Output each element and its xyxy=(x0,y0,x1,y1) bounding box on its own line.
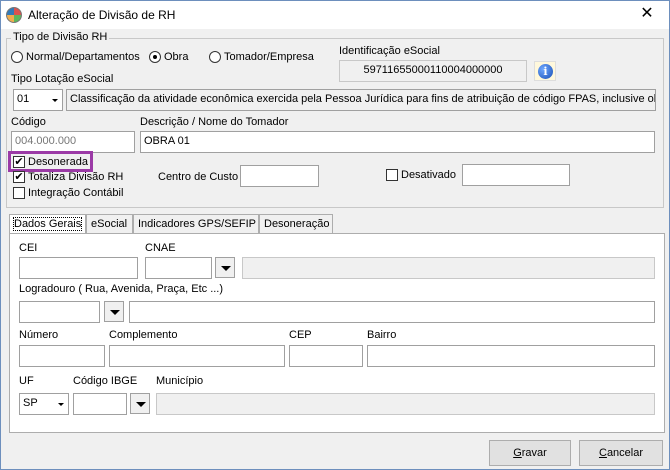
descricao-field[interactable]: OBRA 01 xyxy=(140,131,655,153)
bairro-field[interactable] xyxy=(367,345,655,367)
cancelar-button[interactable]: Cancelar xyxy=(579,440,663,466)
integracao-label: Integração Contábil xyxy=(28,187,124,199)
tipo-lotacao-description: Classificação da atividade econômica exe… xyxy=(66,89,656,111)
cep-label: CEP xyxy=(289,329,312,341)
cei-field[interactable] xyxy=(19,257,138,279)
municipio-field xyxy=(156,393,655,415)
cnae-description-field xyxy=(242,257,655,279)
esocial-id-field: 59711655000110004000000 xyxy=(339,60,527,82)
radio-normal-label: Normal/Departamentos xyxy=(26,51,140,63)
cnae-dropdown-button[interactable] xyxy=(215,257,235,278)
tab-indicadores[interactable]: Indicadores GPS/SEFIP xyxy=(133,214,259,234)
info-icon: i xyxy=(538,64,553,79)
radio-normal[interactable] xyxy=(11,51,23,63)
logradouro-type-field[interactable] xyxy=(19,301,100,323)
close-icon[interactable]: ✕ xyxy=(629,3,665,25)
desativado-label: Desativado xyxy=(401,169,457,181)
totaliza-checkbox[interactable]: ✔ xyxy=(13,171,25,183)
title-bar: Alteração de Divisão de RH ✕ xyxy=(1,1,669,29)
radio-tomador[interactable] xyxy=(209,51,221,63)
codigo-label: Código xyxy=(11,116,46,128)
desativado-checkbox[interactable] xyxy=(386,169,398,181)
logradouro-field[interactable] xyxy=(129,301,655,323)
codigo-ibge-dropdown-button[interactable] xyxy=(130,393,150,414)
dialog-window: Alteração de Divisão de RH ✕ Tipo de Div… xyxy=(0,0,670,470)
complemento-label: Complemento xyxy=(109,329,178,341)
cnae-field[interactable] xyxy=(145,257,212,279)
esocial-id-label: Identificação eSocial xyxy=(339,45,440,57)
integracao-checkbox[interactable] xyxy=(13,187,25,199)
desonerada-label: Desonerada xyxy=(28,156,88,168)
desativado-field[interactable] xyxy=(462,164,570,186)
radio-obra-label: Obra xyxy=(164,51,189,63)
cnae-label: CNAE xyxy=(145,242,176,254)
tab-dados-gerais[interactable]: Dados Gerais xyxy=(9,214,86,235)
logradouro-dropdown-button[interactable] xyxy=(104,301,124,322)
codigo-ibge-field[interactable] xyxy=(73,393,127,415)
uf-label: UF xyxy=(19,375,34,387)
cep-field[interactable] xyxy=(289,345,363,367)
radio-obra[interactable] xyxy=(149,51,161,63)
codigo-field[interactable]: 004.000.000 xyxy=(11,131,135,153)
tab-esocial[interactable]: eSocial xyxy=(86,214,133,234)
logradouro-label: Logradouro ( Rua, Avenida, Praça, Etc ..… xyxy=(19,283,224,295)
cancelar-accel: C xyxy=(598,447,607,459)
desonerada-checkbox[interactable]: ✔ xyxy=(13,156,25,168)
tipo-lotacao-label: Tipo Lotação eSocial xyxy=(11,73,114,85)
complemento-field[interactable] xyxy=(109,345,285,367)
gravar-button[interactable]: Gravar xyxy=(489,440,571,466)
numero-field[interactable] xyxy=(19,345,105,367)
app-icon xyxy=(6,7,22,23)
cancelar-rest: ancelar xyxy=(606,447,644,459)
gravar-accel: G xyxy=(513,447,522,459)
info-button[interactable]: i xyxy=(534,61,556,81)
tab-desoneracao[interactable]: Desoneração xyxy=(259,214,333,234)
centro-custo-label: Centro de Custo xyxy=(158,171,239,183)
bairro-label: Bairro xyxy=(367,329,397,341)
radio-tomador-label: Tomador/Empresa xyxy=(224,51,314,63)
tipo-lotacao-select[interactable]: 01 xyxy=(13,89,63,111)
cei-label: CEI xyxy=(19,242,38,254)
window-title: Alteração de Divisão de RH xyxy=(28,8,176,22)
tipo-divisao-label: Tipo de Divisão RH xyxy=(11,31,110,43)
uf-select[interactable]: SP xyxy=(19,393,69,415)
codigo-ibge-label: Código IBGE xyxy=(73,375,138,387)
tab-dados-gerais-label: Dados Gerais xyxy=(12,217,83,231)
descricao-label: Descrição / Nome do Tomador xyxy=(140,116,289,128)
gravar-rest: ravar xyxy=(521,447,547,459)
totaliza-label: Totaliza Divisão RH xyxy=(28,171,124,183)
centro-custo-field[interactable] xyxy=(240,165,319,187)
numero-label: Número xyxy=(19,329,59,341)
municipio-label: Município xyxy=(156,375,204,387)
